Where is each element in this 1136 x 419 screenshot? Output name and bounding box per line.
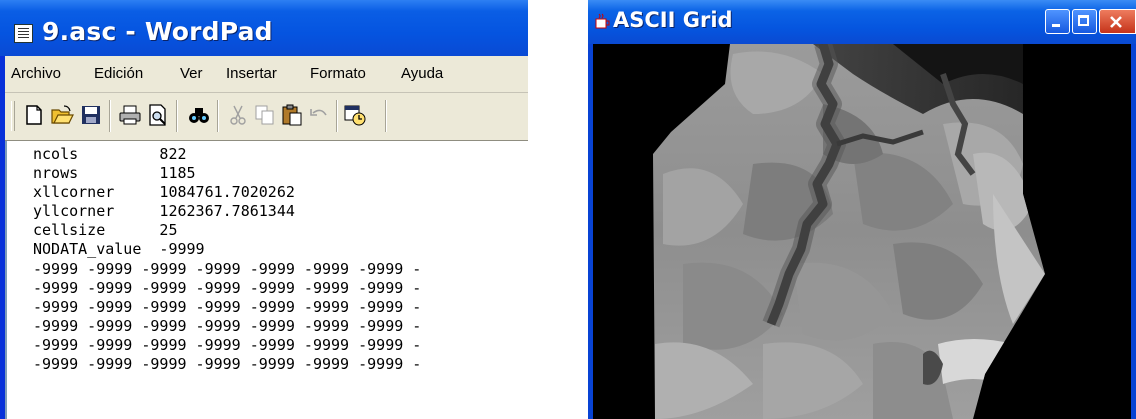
document-line: -9999 -9999 -9999 -9999 -9999 -9999 -999…: [33, 297, 422, 316]
menu-archivo[interactable]: Archivo: [11, 65, 61, 82]
maximize-icon: [1078, 15, 1089, 26]
print-preview-icon[interactable]: [146, 103, 170, 127]
find-icon[interactable]: [187, 103, 211, 127]
close-icon: [1110, 16, 1122, 28]
window-title: 9.asc - WordPad: [42, 17, 273, 46]
maximize-button[interactable]: [1072, 9, 1097, 34]
toolbar-separator: [109, 100, 111, 132]
menu-insertar[interactable]: Insertar: [226, 65, 277, 82]
new-document-icon[interactable]: [22, 103, 46, 127]
toolbar-separator: [176, 100, 178, 132]
minimize-button[interactable]: [1045, 9, 1070, 34]
window-border-right: [1131, 44, 1136, 419]
ascii-grid-window: ASCII Grid: [588, 0, 1136, 419]
toolbar-separator: [385, 100, 387, 132]
java-cup-icon: [595, 13, 610, 29]
toolbar-grip[interactable]: [11, 101, 15, 131]
window-title: ASCII Grid: [613, 8, 733, 32]
wordpad-app-icon: [14, 24, 33, 43]
menu-bar: Archivo Edición Ver Insertar Formato Ayu…: [5, 56, 528, 93]
title-bar[interactable]: ASCII Grid: [588, 0, 1136, 44]
paste-icon[interactable]: [280, 103, 304, 127]
document-line: NODATA_value -9999: [33, 240, 205, 259]
document-line: -9999 -9999 -9999 -9999 -9999 -9999 -999…: [33, 259, 422, 278]
document-text: ncols 822 nrows 1185 xllcorner 1084761.702…: [33, 145, 421, 374]
grid-canvas: [593, 44, 1131, 419]
document-line: -9999 -9999 -9999 -9999 -9999 -9999 -999…: [33, 335, 422, 354]
document-line: -9999 -9999 -9999 -9999 -9999 -9999 -999…: [33, 355, 422, 374]
cut-icon[interactable]: [226, 103, 250, 127]
document-line: yllcorner 1262367.7861344: [33, 202, 295, 221]
menu-formato[interactable]: Formato: [310, 65, 366, 82]
menu-ver[interactable]: Ver: [180, 65, 203, 82]
toolbar-separator: [217, 100, 219, 132]
title-bar[interactable]: 9.asc - WordPad: [0, 0, 528, 56]
document-line: ncols 822: [33, 145, 187, 163]
document-line: -9999 -9999 -9999 -9999 -9999 -9999 -999…: [33, 278, 422, 297]
menu-edicion[interactable]: Edición: [94, 65, 143, 82]
print-icon[interactable]: [118, 103, 142, 127]
elevation-raster-image: [653, 44, 1045, 419]
document-line: nrows 1185: [33, 164, 196, 183]
document-line: xllcorner 1084761.7020262: [33, 183, 295, 202]
document-line: cellsize 25: [33, 221, 178, 240]
document-line: -9999 -9999 -9999 -9999 -9999 -9999 -999…: [33, 316, 422, 335]
toolbar: [5, 93, 528, 142]
close-button[interactable]: [1099, 9, 1136, 34]
minimize-icon: [1052, 24, 1060, 27]
toolbar-separator: [336, 100, 338, 132]
undo-icon[interactable]: [307, 103, 331, 127]
wordpad-window: 9.asc - WordPad Archivo Edición Ver Inse…: [0, 0, 528, 419]
document-area[interactable]: ncols 822 nrows 1185 xllcorner 1084761.702…: [5, 141, 528, 419]
copy-icon[interactable]: [253, 103, 277, 127]
open-folder-icon[interactable]: [50, 103, 74, 127]
save-icon[interactable]: [79, 103, 103, 127]
date-time-icon[interactable]: [343, 103, 367, 127]
menu-ayuda[interactable]: Ayuda: [401, 65, 443, 82]
